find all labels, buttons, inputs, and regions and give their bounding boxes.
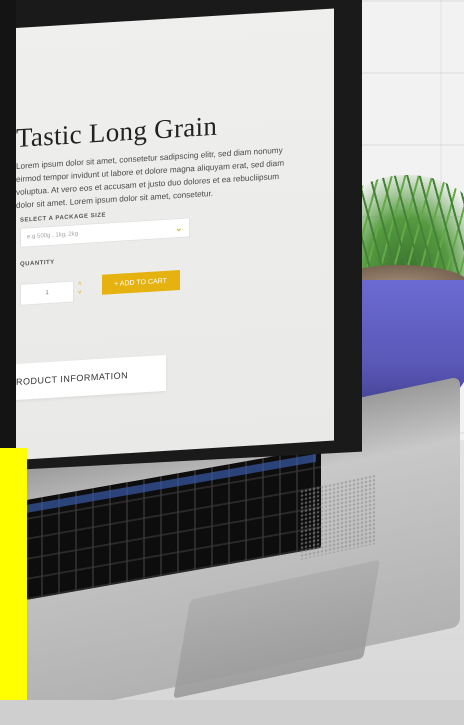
chevron-down-icon[interactable]: ˅: [78, 289, 82, 298]
desk-surface: [0, 700, 464, 725]
laptop-screen: Tastic Long Grain Lorem ipsum dolor sit …: [16, 8, 334, 460]
quantity-stepper[interactable]: ˄ ˅: [78, 280, 82, 298]
product-page: Tastic Long Grain Lorem ipsum dolor sit …: [16, 105, 316, 401]
dark-side-panel: [0, 0, 16, 448]
product-information-tab[interactable]: RODUCT INFORMATION: [16, 354, 166, 401]
quantity-input[interactable]: 1: [20, 280, 74, 306]
chevron-down-icon: ⌄: [174, 222, 183, 234]
add-to-cart-button[interactable]: + ADD TO CART: [101, 269, 180, 295]
package-size-placeholder: e.g 500g , 1kg, 2kg: [27, 231, 79, 241]
quantity-row: 1 ˄ ˅ + ADD TO CART: [20, 262, 316, 306]
product-description: Lorem ipsum dolor sit amet, consetetur s…: [16, 145, 285, 210]
chevron-up-icon[interactable]: ˄: [78, 280, 82, 289]
yellow-overlay-block: [0, 448, 27, 725]
